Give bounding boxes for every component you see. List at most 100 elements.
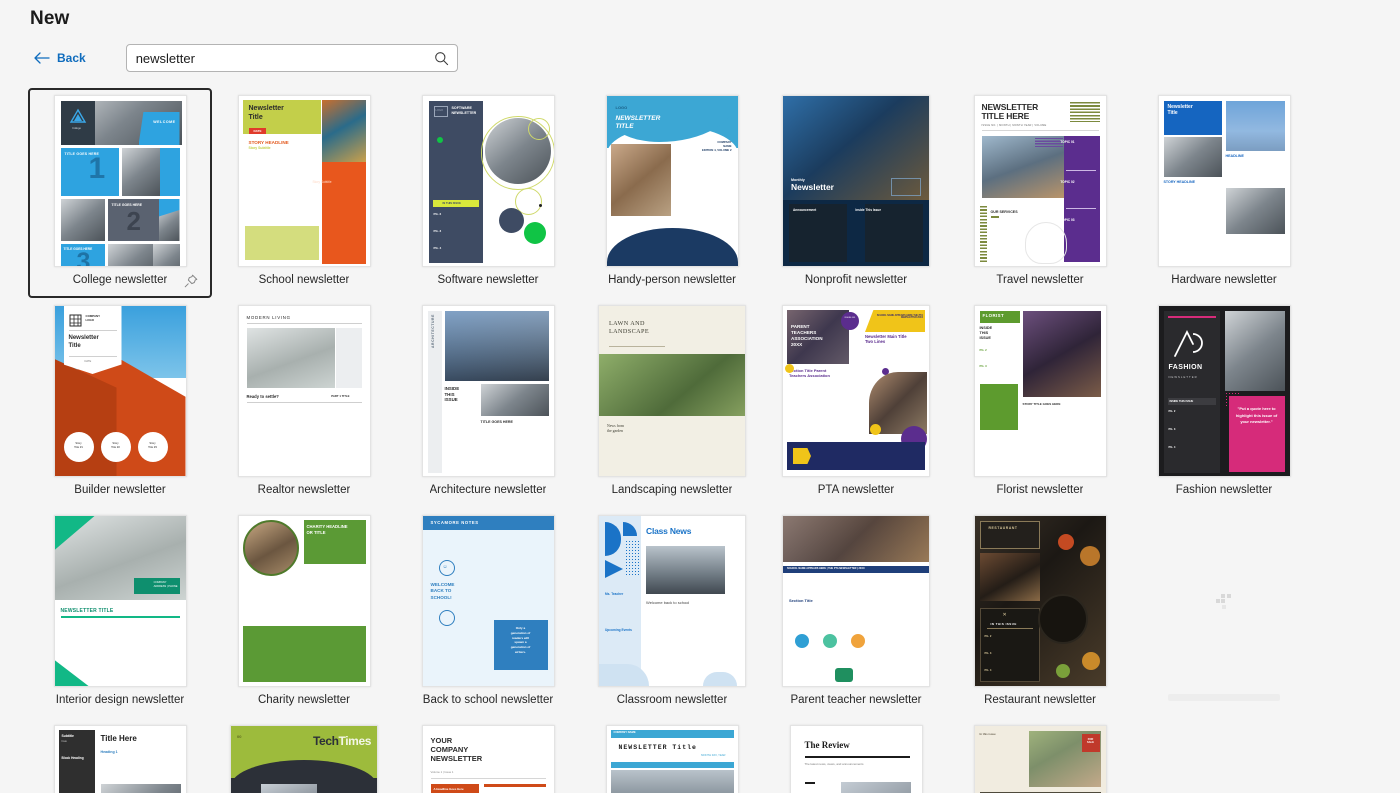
template-thumbnail[interactable]: SCHOOL NAME APPEARS HERE | THE PTA NEWSL… bbox=[782, 515, 930, 687]
template-thumbnail[interactable]: 00 TechTimes this issue Systems bbox=[230, 725, 378, 793]
template-caption-row: Realtor newsletter bbox=[214, 484, 394, 496]
template-card-charity[interactable]: CHARITY HEADLINE OR TITLE Charity newslet… bbox=[212, 508, 396, 718]
template-thumbnail[interactable]: ARCHITECTURE INSIDE THIS ISSUE TITLE GOES … bbox=[421, 305, 555, 477]
template-cell: COMPANY LOGO Newsletter Title DATE Story Ti… bbox=[28, 298, 212, 508]
template-caption-row: School newsletter bbox=[214, 274, 394, 286]
template-thumbnail[interactable]: Monthly Newsletter Announcement Inside T… bbox=[782, 95, 930, 267]
template-card-builder[interactable]: COMPANY LOGO Newsletter Title DATE Story Ti… bbox=[28, 298, 212, 508]
template-cell: CHARITY HEADLINE OR TITLE Charity newslet… bbox=[212, 508, 396, 718]
template-card-interior[interactable]: COMPANY ADDRESS | PHONE NEWSLETTER TITLE … bbox=[28, 508, 212, 718]
template-thumbnail[interactable]: SYCAMORE NOTES ☺ WELCOME BACK TO SCHOOL! O… bbox=[421, 515, 555, 687]
template-thumbnail[interactable]: Ms. Teacher Upcoming Events Class News W… bbox=[598, 515, 746, 687]
template-cell: SYCAMORE NOTES ☺ WELCOME BACK TO SCHOOL! O… bbox=[396, 508, 580, 718]
template-card-parentteacher[interactable]: SCHOOL NAME APPEARS HERE | THE PTA NEWSL… bbox=[764, 508, 948, 718]
template-card-nonprofit[interactable]: Monthly Newsletter Announcement Inside T… bbox=[764, 88, 948, 298]
search-icon[interactable] bbox=[434, 51, 449, 66]
template-cell: SCHOOL NAME APPEARS HERE | THE PTA NEWSL… bbox=[764, 508, 948, 718]
template-caption-row: Restaurant newsletter bbox=[950, 694, 1130, 706]
search-box[interactable] bbox=[125, 44, 458, 72]
template-card-florist[interactable]: FLORIST INSIDE THIS ISSUE PG. 2 PG. 3 STOR… bbox=[948, 298, 1132, 508]
template-label: Nonprofit newsletter bbox=[804, 274, 908, 286]
template-cell: Newsletter Title STORY HEADLINE HEADLINE … bbox=[1132, 88, 1316, 298]
template-label: PTA newsletter bbox=[817, 484, 895, 496]
template-thumbnail[interactable]: COMPANY ADDRESS | PHONE NEWSLETTER TITLE bbox=[53, 515, 187, 687]
template-thumbnail[interactable]: RESTAURANT ✕ IN THIS ISSUE PG. 2 PG. 3 P… bbox=[973, 515, 1107, 687]
template-card-thereview[interactable]: The Review The latest news, views, and a… bbox=[764, 718, 948, 793]
template-thumbnail[interactable]: Subtitle Date Block Heading Title Here H… bbox=[53, 725, 187, 793]
template-thumbnail[interactable]: MODERN LIVING Ready to settle? PART 1 TI… bbox=[237, 305, 371, 477]
template-caption-row: Landscaping newsletter bbox=[582, 484, 762, 496]
template-label: Classroom newsletter bbox=[616, 694, 728, 706]
template-thumbnail[interactable]: NEWSLETTER TITLE HERE ISSUE NO. | MONTH |… bbox=[973, 95, 1107, 267]
template-caption-row: College newsletter bbox=[30, 274, 210, 288]
loading-placeholder bbox=[1158, 515, 1291, 701]
template-thumbnail[interactable]: LAWN AND LANDSCAPE News from the garden bbox=[598, 305, 746, 477]
template-cell: LOGO SOFTWARE NEWSLETTER IN THIS ISSUE PG… bbox=[396, 88, 580, 298]
template-thumbnail[interactable]: In this issue FORSALE A Monthly Insight … bbox=[973, 725, 1107, 793]
template-card-newslettertitle[interactable]: COMPANY NAME NEWSLETTER Title MONTH DAY,… bbox=[580, 718, 764, 793]
pin-icon[interactable] bbox=[184, 274, 198, 288]
template-cell bbox=[1132, 508, 1316, 718]
template-card-fashion[interactable]: FASHION NEWSLETTER INSIDE THIS ISSUE PG.… bbox=[1132, 298, 1316, 508]
template-caption-row: Travel newsletter bbox=[950, 274, 1130, 286]
template-label: Landscaping newsletter bbox=[611, 484, 733, 496]
template-thumbnail[interactable]: YOUR COMPANY NEWSLETTER Volume 1 | Issue 1… bbox=[421, 725, 555, 793]
back-button-label: Back bbox=[57, 51, 86, 65]
template-cell: FASHION NEWSLETTER INSIDE THIS ISSUE PG.… bbox=[1132, 298, 1316, 508]
template-cell: COMPANY NAME NEWSLETTER Title MONTH DAY,… bbox=[580, 718, 764, 793]
template-card-travel[interactable]: NEWSLETTER TITLE HERE ISSUE NO. | MONTH |… bbox=[948, 88, 1132, 298]
template-label: Architecture newsletter bbox=[429, 484, 547, 496]
template-label: Software newsletter bbox=[437, 274, 539, 286]
template-cell: COMPANY ADDRESS | PHONE NEWSLETTER TITLE … bbox=[28, 508, 212, 718]
template-cell: FLORIST INSIDE THIS ISSUE PG. 2 PG. 3 STOR… bbox=[948, 298, 1132, 508]
template-card-techtimes[interactable]: 00 TechTimes this issue Systems bbox=[212, 718, 396, 793]
template-cell: YOUR COMPANY NEWSLETTER Volume 1 | Issue 1… bbox=[396, 718, 580, 793]
template-card-loading[interactable] bbox=[1132, 508, 1316, 718]
template-card-restaurant[interactable]: RESTAURANT ✕ IN THIS ISSUE PG. 2 PG. 3 P… bbox=[948, 508, 1132, 718]
template-card-titlehere[interactable]: Subtitle Date Block Heading Title Here H… bbox=[28, 718, 212, 793]
template-thumbnail[interactable]: COMPANY LOGO Newsletter Title DATE Story Ti… bbox=[53, 305, 187, 477]
template-caption-row: Builder newsletter bbox=[30, 484, 210, 496]
template-label: Fashion newsletter bbox=[1175, 484, 1273, 496]
template-card-yourcompany[interactable]: YOUR COMPANY NEWSLETTER Volume 1 | Issue 1… bbox=[396, 718, 580, 793]
template-card-onlocation[interactable]: In this issue FORSALE A Monthly Insight … bbox=[948, 718, 1132, 793]
back-button[interactable]: Back bbox=[30, 47, 90, 69]
template-thumbnail[interactable]: PARENT TEACHERS ASSOCIATION 20XX ISSUE 001 … bbox=[782, 305, 930, 477]
template-label: Parent teacher newsletter bbox=[790, 694, 922, 706]
template-cell: LOGO NEWSLETTER TITLE COMPANY NAME EDITION … bbox=[580, 88, 764, 298]
template-card-classroom[interactable]: Ms. Teacher Upcoming Events Class News W… bbox=[580, 508, 764, 718]
template-thumbnail[interactable]: Newsletter Title STORY HEADLINE HEADLINE bbox=[1157, 95, 1291, 267]
template-card-pta[interactable]: PARENT TEACHERS ASSOCIATION 20XX ISSUE 001 … bbox=[764, 298, 948, 508]
template-grid: College WELCOME TITLE GOES HERE 1 TITLE … bbox=[28, 88, 1376, 793]
template-thumbnail[interactable]: FASHION NEWSLETTER INSIDE THIS ISSUE PG.… bbox=[1157, 305, 1291, 477]
template-cell: LAWN AND LANDSCAPE News from the garden La… bbox=[580, 298, 764, 508]
toolbar: Back bbox=[30, 44, 458, 72]
template-cell: Subtitle Date Block Heading Title Here H… bbox=[28, 718, 212, 793]
template-card-architecture[interactable]: ARCHITECTURE INSIDE THIS ISSUE TITLE GOES … bbox=[396, 298, 580, 508]
template-thumbnail[interactable]: CHARITY HEADLINE OR TITLE bbox=[237, 515, 371, 687]
template-caption-row: Architecture newsletter bbox=[398, 484, 578, 496]
template-label: Realtor newsletter bbox=[257, 484, 351, 496]
template-caption-row: Nonprofit newsletter bbox=[766, 274, 946, 286]
template-label: Hardware newsletter bbox=[1171, 274, 1277, 286]
template-thumbnail[interactable]: The Review The latest news, views, and a… bbox=[789, 725, 923, 793]
search-input[interactable] bbox=[126, 45, 457, 71]
template-label: Restaurant newsletter bbox=[984, 694, 1096, 706]
template-card-college[interactable]: College WELCOME TITLE GOES HERE 1 TITLE … bbox=[28, 88, 212, 298]
template-caption-row: Back to school newsletter bbox=[398, 694, 578, 706]
template-card-landscaping[interactable]: LAWN AND LANDSCAPE News from the garden La… bbox=[580, 298, 764, 508]
template-thumbnail[interactable]: College WELCOME TITLE GOES HERE 1 TITLE … bbox=[53, 95, 187, 267]
template-caption-row: Parent teacher newsletter bbox=[766, 694, 946, 706]
template-thumbnail[interactable]: LOGO SOFTWARE NEWSLETTER IN THIS ISSUE PG… bbox=[421, 95, 555, 267]
template-card-school[interactable]: Newsletter Title DATE STORY HEADLINE Stor… bbox=[212, 88, 396, 298]
template-thumbnail[interactable]: COMPANY NAME NEWSLETTER Title MONTH DAY,… bbox=[605, 725, 739, 793]
template-cell: Newsletter Title DATE STORY HEADLINE Stor… bbox=[212, 88, 396, 298]
template-card-hardware[interactable]: Newsletter Title STORY HEADLINE HEADLINE … bbox=[1132, 88, 1316, 298]
template-thumbnail[interactable]: LOGO NEWSLETTER TITLE COMPANY NAME EDITION … bbox=[605, 95, 739, 267]
template-thumbnail[interactable]: Newsletter Title DATE STORY HEADLINE Stor… bbox=[237, 95, 371, 267]
template-card-backtoschool[interactable]: SYCAMORE NOTES ☺ WELCOME BACK TO SCHOOL! O… bbox=[396, 508, 580, 718]
template-card-handy[interactable]: LOGO NEWSLETTER TITLE COMPANY NAME EDITION … bbox=[580, 88, 764, 298]
template-card-realtor[interactable]: MODERN LIVING Ready to settle? PART 1 TI… bbox=[212, 298, 396, 508]
template-card-software[interactable]: LOGO SOFTWARE NEWSLETTER IN THIS ISSUE PG… bbox=[396, 88, 580, 298]
template-thumbnail[interactable]: FLORIST INSIDE THIS ISSUE PG. 2 PG. 3 STOR… bbox=[973, 305, 1107, 477]
